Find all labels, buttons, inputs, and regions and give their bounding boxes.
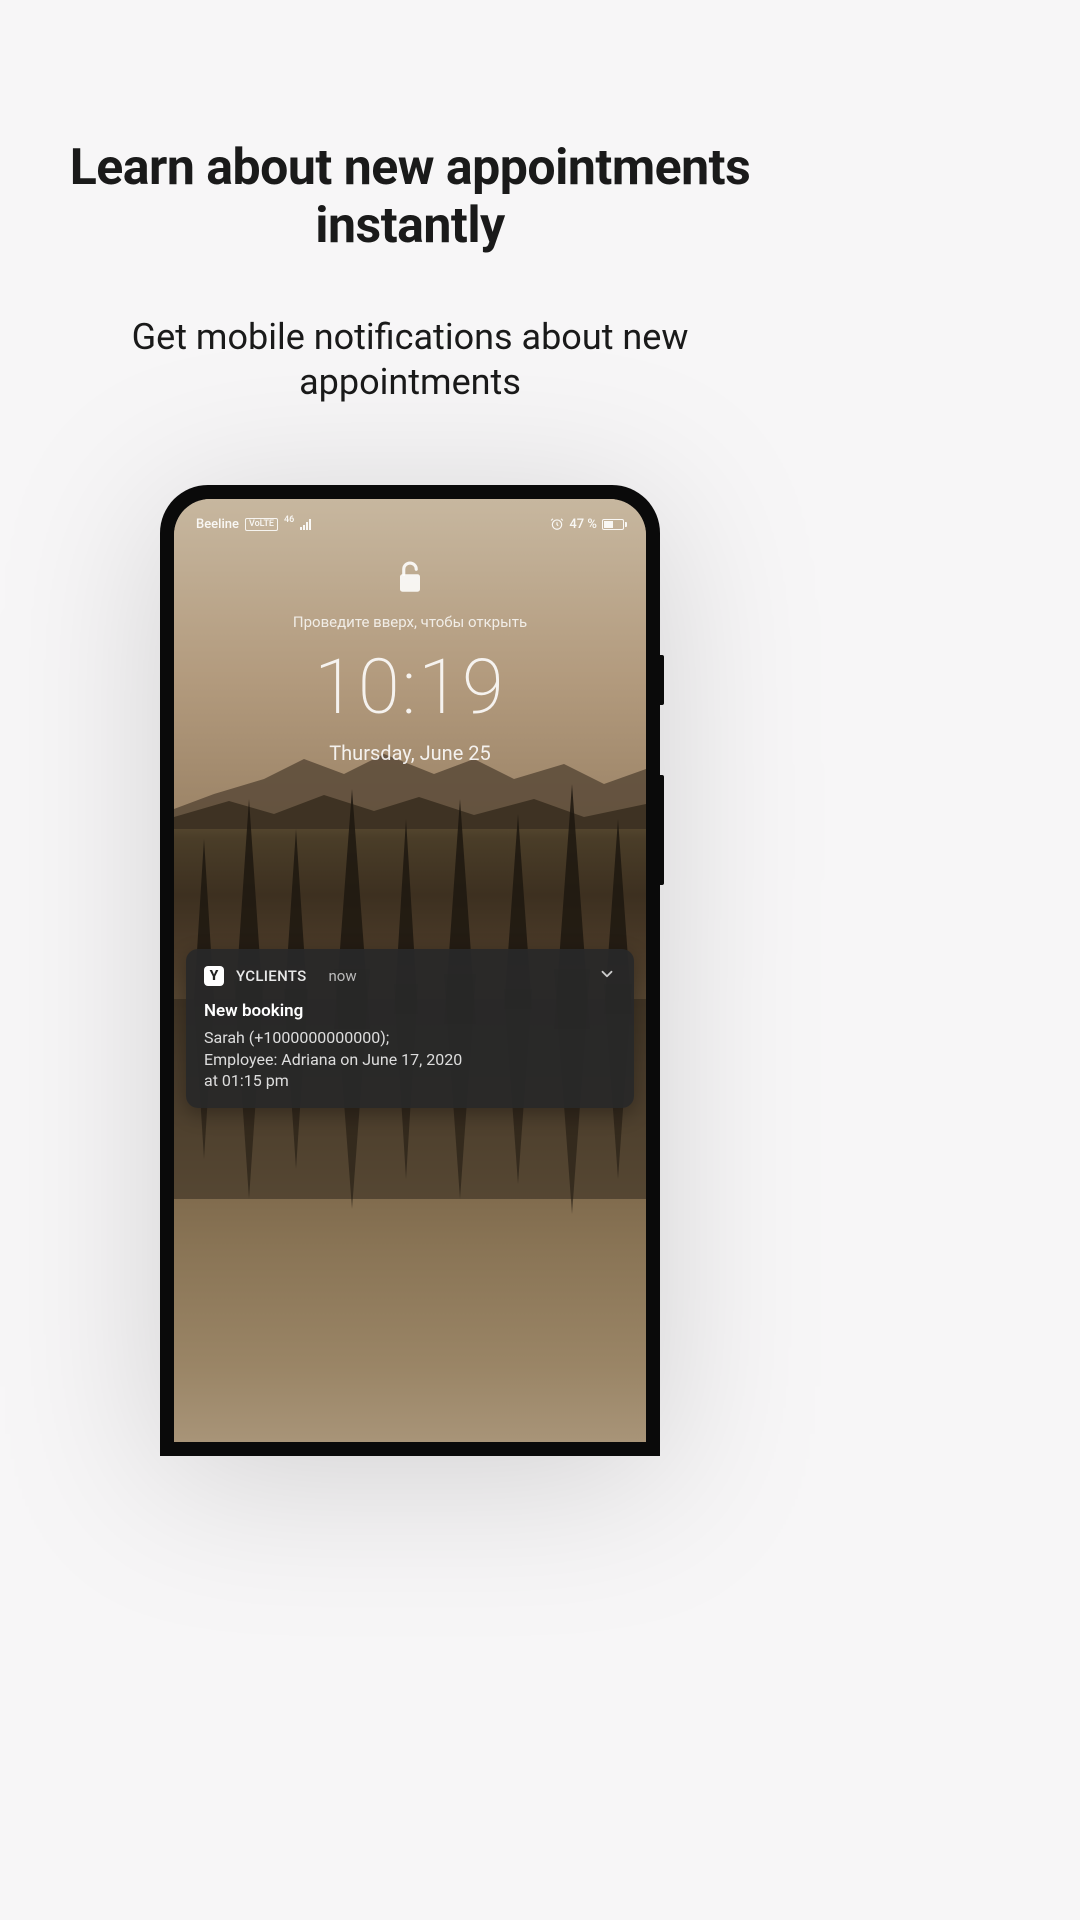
lockscreen-clock: 10:19 Thursday, June 25 <box>174 649 646 765</box>
notification-card[interactable]: Y YCLIENTS now New booking Sarah (+10000… <box>186 949 634 1108</box>
notification-header: Y YCLIENTS now <box>204 965 616 987</box>
promo-heading: Learn about new appointments instantly <box>0 140 820 255</box>
clock-date: Thursday, June 25 <box>174 741 646 765</box>
carrier-name: Beeline <box>196 517 239 532</box>
clock-time: 10:19 <box>174 649 646 725</box>
phone-side-button <box>660 775 664 885</box>
app-icon: Y <box>204 966 224 986</box>
unlock-hint: Проведите вверх, чтобы открыть <box>174 613 646 631</box>
notification-line2: Employee: Adriana on June 17, 2020 <box>204 1050 462 1069</box>
notification-body: Sarah (+1000000000000); Employee: Adrian… <box>204 1027 616 1092</box>
phone-body: Beeline VoLTE 46 47 % <box>160 485 660 1456</box>
promo-subheading: Get mobile notifications about new appoi… <box>0 315 820 405</box>
promo-container: Learn about new appointments instantly G… <box>0 0 820 1456</box>
notification-line1: Sarah (+1000000000000); <box>204 1028 389 1047</box>
network-gen: 46 <box>284 515 294 525</box>
phone-mockup: Beeline VoLTE 46 47 % <box>160 485 660 1456</box>
phone-side-button <box>660 655 664 705</box>
notification-title: New booking <box>204 1001 616 1021</box>
chevron-down-icon[interactable] <box>598 965 616 987</box>
volte-badge: VoLTE <box>245 518 278 531</box>
notification-line3: at 01:15 pm <box>204 1071 289 1090</box>
status-bar-left: Beeline VoLTE 46 <box>196 517 311 532</box>
lock-area: Проведите вверх, чтобы открыть <box>174 559 646 631</box>
alarm-icon <box>550 517 564 531</box>
unlock-icon <box>395 559 425 601</box>
notification-time: now <box>329 967 357 985</box>
status-bar: Beeline VoLTE 46 47 % <box>174 513 646 535</box>
battery-icon <box>602 519 624 530</box>
notification-app-name: YCLIENTS <box>236 967 307 985</box>
phone-screen: Beeline VoLTE 46 47 % <box>174 499 646 1442</box>
status-bar-right: 47 % <box>550 517 624 532</box>
signal-icon <box>300 518 311 530</box>
battery-percent: 47 % <box>569 517 597 532</box>
